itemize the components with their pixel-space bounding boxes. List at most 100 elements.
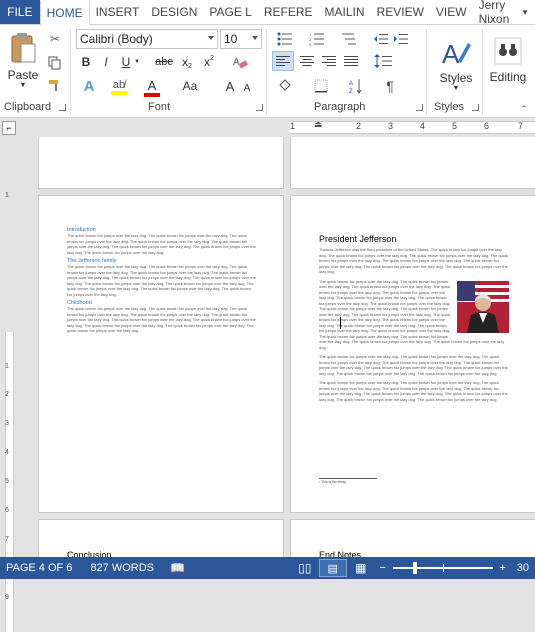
shrink-font-button[interactable]: A bbox=[240, 79, 254, 97]
footnote-separator bbox=[319, 478, 377, 479]
chevron-down-icon bbox=[252, 36, 258, 40]
clipboard-icon bbox=[11, 32, 36, 62]
justify-button[interactable] bbox=[340, 51, 362, 71]
vertical-ruler: 1 1 2 3 4 5 6 7 8 9 bbox=[0, 137, 17, 632]
font-color-button[interactable]: A bbox=[142, 76, 162, 98]
numbering-button[interactable]: 123 bbox=[306, 30, 328, 48]
ruler-mark: 6 bbox=[484, 121, 490, 131]
decrease-indent-button[interactable] bbox=[372, 30, 390, 48]
page-3[interactable]: Introduction The quick brown fox jumps o… bbox=[38, 195, 284, 513]
paragraph-launcher-icon[interactable] bbox=[416, 104, 423, 111]
grow-font-button[interactable]: A bbox=[222, 76, 238, 96]
subscript-button[interactable]: x2 bbox=[178, 53, 196, 71]
chevron-down-icon: ▼ bbox=[19, 81, 27, 89]
paste-label: Paste bbox=[7, 67, 39, 82]
ruler-track[interactable]: 1 ⏏ 2 3 4 5 6 7 bbox=[290, 119, 535, 134]
zoom-level[interactable]: 30 bbox=[511, 562, 535, 574]
increase-indent-button[interactable] bbox=[392, 30, 410, 48]
format-painter-button[interactable] bbox=[46, 77, 64, 93]
font-family-select[interactable]: Calibri (Body) bbox=[76, 29, 218, 49]
font-size-select[interactable]: 10 bbox=[220, 29, 262, 49]
chevron-down-icon: ▼ bbox=[521, 7, 529, 17]
strikethrough-button[interactable]: abc bbox=[154, 53, 174, 71]
line-spacing-button[interactable] bbox=[370, 51, 396, 71]
text-effects-button[interactable]: A bbox=[78, 76, 100, 96]
tab-mailings[interactable]: MAILIN bbox=[319, 0, 371, 24]
change-case-button[interactable]: Aa bbox=[178, 76, 202, 96]
zoom-slider-center-tick bbox=[442, 564, 444, 572]
collapse-ribbon-icon[interactable]: ⌃ bbox=[518, 103, 530, 115]
indent-marker-icon[interactable]: ⏏ bbox=[314, 119, 323, 130]
word-count[interactable]: 827 WORDS bbox=[84, 562, 160, 574]
highlight-button[interactable]: ab̸ bbox=[108, 76, 130, 98]
proofing-icon[interactable]: 📖 bbox=[170, 561, 185, 575]
highlighter-icon: ab̸ bbox=[112, 79, 126, 91]
font-launcher-icon[interactable] bbox=[256, 104, 263, 111]
sort-button[interactable]: AZ bbox=[346, 75, 366, 97]
ruler-mark: 1 bbox=[5, 363, 9, 370]
svg-text:A: A bbox=[442, 39, 460, 69]
print-layout-icon[interactable]: ▤ bbox=[318, 559, 347, 577]
read-mode-icon[interactable]: ▯▯ bbox=[291, 561, 319, 575]
portrait-image[interactable] bbox=[457, 280, 509, 333]
underline-button[interactable]: U bbox=[118, 53, 134, 71]
chevron-down-icon: ▼ bbox=[452, 84, 460, 92]
web-layout-icon[interactable]: ▦ bbox=[347, 561, 375, 575]
tab-home[interactable]: HOME bbox=[39, 1, 90, 25]
page-4[interactable]: President Jefferson Thomas Jefferson was… bbox=[290, 195, 535, 513]
superscript-button[interactable]: x2 bbox=[200, 53, 218, 71]
tab-file[interactable]: FILE bbox=[0, 0, 40, 24]
zoom-out-icon[interactable]: − bbox=[375, 562, 391, 574]
outdent-icon bbox=[374, 34, 388, 44]
copy-icon bbox=[48, 56, 61, 70]
shading-button[interactable] bbox=[272, 75, 298, 97]
zoom-slider-thumb[interactable] bbox=[412, 562, 417, 574]
tab-design[interactable]: DESIGN bbox=[145, 0, 203, 24]
page-5[interactable]: Conclusion bbox=[38, 519, 284, 560]
tab-page-layout[interactable]: PAGE L bbox=[203, 0, 257, 24]
tab-review[interactable]: REVIEW bbox=[371, 0, 430, 24]
paste-button[interactable]: Paste ▼ bbox=[4, 30, 42, 90]
ruler-mark: 2 bbox=[356, 121, 362, 131]
numbered-list-icon: 123 bbox=[309, 32, 324, 46]
align-right-icon bbox=[322, 56, 336, 66]
tab-view[interactable]: VIEW bbox=[430, 0, 473, 24]
eraser-icon: A bbox=[233, 57, 248, 69]
bold-button[interactable]: B bbox=[78, 53, 94, 71]
text-effects-icon: A bbox=[83, 77, 95, 95]
underline-dropdown-icon[interactable]: ▼ bbox=[133, 53, 141, 71]
zoom-in-icon[interactable]: + bbox=[495, 562, 511, 574]
multilevel-list-button[interactable] bbox=[338, 30, 360, 48]
divider bbox=[426, 29, 427, 115]
align-right-button[interactable] bbox=[318, 51, 340, 71]
paragraph: The quick brown fox jumps over the lazy … bbox=[67, 233, 256, 255]
zoom-slider[interactable] bbox=[392, 562, 493, 574]
styles-button[interactable]: A Styles ▼ bbox=[434, 30, 478, 98]
scissors-icon: ✂ bbox=[49, 32, 61, 46]
borders-button[interactable] bbox=[308, 75, 334, 97]
clear-formatting-button[interactable]: A bbox=[230, 52, 250, 72]
brush-icon bbox=[49, 80, 58, 91]
user-account[interactable]: Jerry Nixon ▼ bbox=[473, 0, 535, 26]
editing-button[interactable]: Editing bbox=[484, 30, 532, 90]
copy-button[interactable] bbox=[46, 55, 64, 71]
align-left-button[interactable] bbox=[272, 51, 294, 71]
ruler-mark: 7 bbox=[5, 536, 9, 543]
ribbon-tab-bar: FILE HOME INSERT DESIGN PAGE L REFERE MA… bbox=[0, 0, 535, 26]
styles-launcher-icon[interactable] bbox=[472, 104, 479, 111]
italic-button[interactable]: I bbox=[98, 53, 114, 71]
tab-insert[interactable]: INSERT bbox=[90, 0, 146, 24]
ruler-mark: 7 bbox=[518, 121, 524, 131]
show-formatting-button[interactable]: ¶ bbox=[380, 75, 400, 97]
tab-references[interactable]: REFERE bbox=[258, 0, 319, 24]
tab-selector-icon[interactable]: ⌐ bbox=[2, 121, 16, 135]
multilevel-list-icon bbox=[342, 33, 356, 45]
page-thumbnail-top-left[interactable] bbox=[38, 137, 284, 189]
page-count[interactable]: PAGE 4 OF 6 bbox=[0, 562, 78, 574]
page-6[interactable]: End Notes bbox=[290, 519, 535, 560]
align-center-button[interactable] bbox=[296, 51, 318, 71]
bullets-button[interactable] bbox=[274, 30, 296, 48]
clipboard-launcher-icon[interactable] bbox=[59, 104, 66, 111]
page-thumbnail-top-right[interactable] bbox=[290, 137, 535, 189]
cut-button[interactable]: ✂ bbox=[46, 31, 64, 47]
